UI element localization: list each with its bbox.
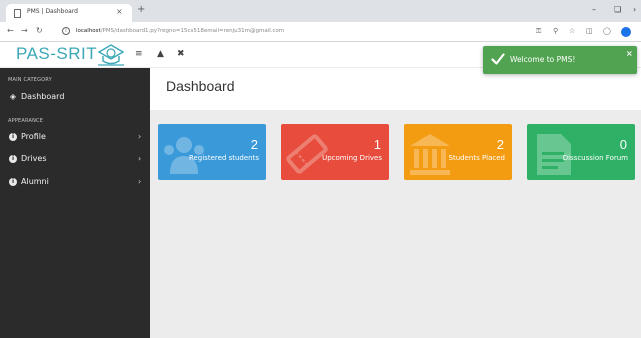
sidebar-category-main: MAIN CATEGORY xyxy=(8,77,52,83)
tab-close-icon[interactable]: × xyxy=(116,7,123,16)
sidebar-item-label: Alumni xyxy=(21,177,49,186)
sidebar-item-label: Drives xyxy=(21,154,47,163)
toast-message: Welcome to PMS! xyxy=(510,55,576,64)
star-icon[interactable]: ☆ xyxy=(569,26,575,36)
tab-title: PMS | Dashboard xyxy=(27,8,78,15)
card-count: 2 xyxy=(496,137,504,152)
card-label: Registered students xyxy=(188,154,259,162)
card-count: 1 xyxy=(373,137,381,152)
page-header: Dashboard xyxy=(150,68,641,110)
graduation-cap-logo-icon xyxy=(98,44,124,66)
browser-tab[interactable]: PMS | Dashboard × xyxy=(6,4,132,22)
forward-icon[interactable]: → xyxy=(21,26,28,36)
address-bar: ← → ↻ i localhost/PMS/dashboard1.py?regn… xyxy=(0,22,641,42)
sidebar-item-alumni[interactable]: i Alumni › xyxy=(0,175,150,191)
sidebar: MAIN CATEGORY ◈ Dashboard APPEARANCE i P… xyxy=(0,68,150,338)
url-field[interactable]: localhost/PMS/dashboard1.py?regno=15cs51… xyxy=(76,28,284,34)
card-discussion-forum[interactable]: 0 Disscussion Forum xyxy=(527,124,635,180)
card-label: Disscussion Forum xyxy=(562,154,628,162)
chevron-right-icon: › xyxy=(138,132,142,141)
url-path: /PMS/dashboard1.py?regno=15cs518email=re… xyxy=(100,28,285,34)
back-icon[interactable]: ← xyxy=(7,26,14,36)
card-upcoming-drives[interactable]: 1 Upcoming Drives xyxy=(281,124,389,180)
info-circle-icon: i xyxy=(9,133,17,141)
checkmark-icon xyxy=(491,53,505,65)
card-count: 0 xyxy=(619,137,627,152)
info-circle-icon: i xyxy=(9,178,17,186)
page-icon xyxy=(14,9,21,18)
sidebar-item-profile[interactable]: i Profile › xyxy=(0,130,150,146)
extension-icon[interactable]: ◫ xyxy=(586,26,593,36)
new-tab-button[interactable]: + xyxy=(137,5,145,15)
info-icon[interactable]: i xyxy=(62,27,70,35)
toast-close-icon[interactable]: × xyxy=(626,49,633,58)
close-window-icon[interactable]: › xyxy=(633,5,636,15)
url-host: localhost xyxy=(76,28,101,34)
zoom-icon[interactable]: ⚲ xyxy=(553,26,558,36)
reload-icon[interactable]: ↻ xyxy=(36,26,43,36)
menu-toggle-icon[interactable]: ≡ xyxy=(135,49,143,60)
minimize-icon[interactable]: – xyxy=(592,5,596,15)
brand-name[interactable]: PAS-SRIT xyxy=(16,44,97,64)
shield-icon[interactable]: ◯ xyxy=(603,26,611,36)
card-students-placed[interactable]: 2 Students Placed xyxy=(404,124,512,180)
sidebar-category-appearance: APPEARANCE xyxy=(8,118,44,124)
card-registered-students[interactable]: 2 Registered students xyxy=(158,124,266,180)
main-content: Dashboard 2 Registered students 1 Upcomi xyxy=(150,68,641,338)
card-count: 2 xyxy=(250,137,258,152)
browser-tab-strip: PMS | Dashboard × + – ❏ › xyxy=(0,0,641,22)
sidebar-item-label: Profile xyxy=(21,132,46,141)
sidebar-item-label: Dashboard xyxy=(21,92,65,101)
chevron-right-icon: › xyxy=(138,177,142,186)
card-label: Students Placed xyxy=(448,154,505,162)
profile-icon[interactable] xyxy=(621,27,631,37)
restore-icon[interactable]: ❏ xyxy=(614,5,621,15)
info-circle-icon: i xyxy=(9,155,17,163)
user-icon[interactable]: ▲ xyxy=(157,49,164,60)
page-title: Dashboard xyxy=(166,78,235,94)
card-label: Upcoming Drives xyxy=(322,154,382,162)
chevron-right-icon: › xyxy=(138,154,142,163)
screen: PMS | Dashboard × + – ❏ › ← → ↻ i localh… xyxy=(0,0,641,338)
sidebar-item-dashboard[interactable]: ◈ Dashboard xyxy=(0,90,150,106)
welcome-toast[interactable]: Welcome to PMS! × xyxy=(483,46,637,74)
key-icon[interactable]: ⚿ xyxy=(536,26,541,36)
bank-icon xyxy=(410,134,450,175)
fullscreen-icon[interactable]: ✖ xyxy=(177,49,185,60)
dashboard-icon: ◈ xyxy=(9,92,17,101)
sidebar-item-drives[interactable]: i Drives › xyxy=(0,152,150,168)
